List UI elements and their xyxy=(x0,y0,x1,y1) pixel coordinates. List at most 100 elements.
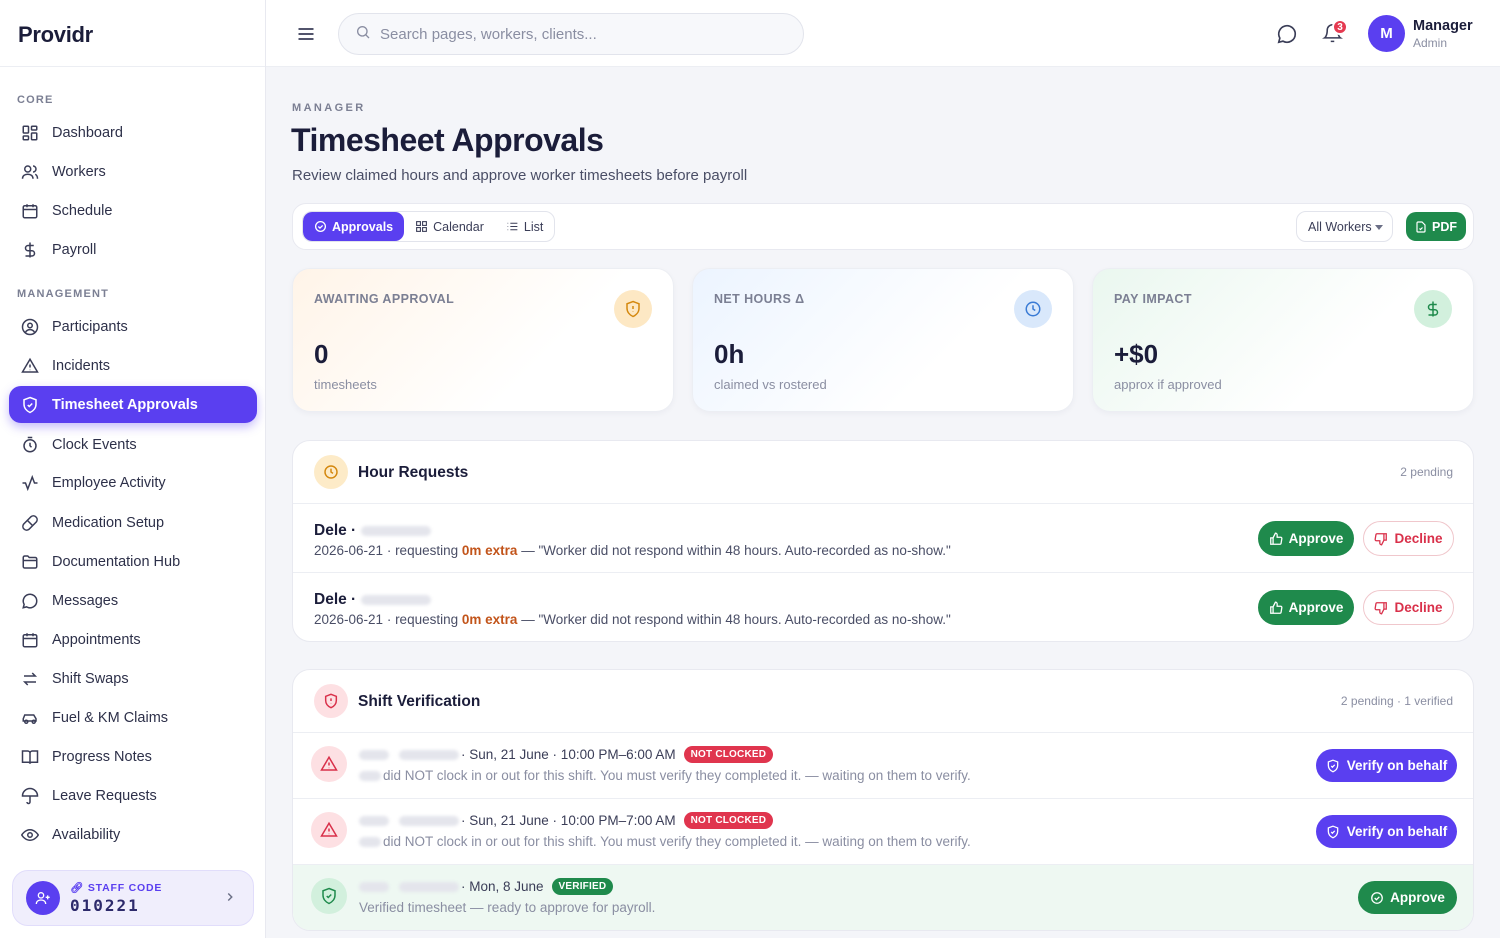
clock-icon xyxy=(1014,290,1052,328)
shift-status: did NOT clock in or out for this shift. … xyxy=(383,768,971,783)
sidebar-item-progress-notes[interactable]: Progress Notes xyxy=(9,738,257,775)
decline-button[interactable]: Decline xyxy=(1363,590,1454,625)
link-icon: 🔗︎ xyxy=(70,882,85,894)
brand-logo[interactable]: Providr xyxy=(0,0,265,67)
sidebar: Providr CORE Dashboard Workers Schedule … xyxy=(0,0,266,938)
approve-button[interactable]: Approve xyxy=(1258,590,1354,625)
chevron-right-icon xyxy=(223,890,237,909)
book-icon xyxy=(21,748,39,766)
shield-check-icon xyxy=(1327,758,1339,773)
sidebar-item-participants[interactable]: Participants xyxy=(9,308,257,345)
approve-button[interactable]: Approve xyxy=(1358,881,1457,914)
approve-button[interactable]: Approve xyxy=(1258,521,1354,556)
sidebar-item-workers[interactable]: Workers xyxy=(9,153,257,190)
verify-on-behalf-button[interactable]: Verify on behalf xyxy=(1316,815,1457,848)
staff-code-card[interactable]: 🔗︎ STAFF CODE 010221 xyxy=(12,870,254,926)
page-subtitle: Review claimed hours and approve worker … xyxy=(292,167,748,184)
pill-icon xyxy=(21,514,39,532)
sidebar-item-label: Workers xyxy=(52,163,106,180)
stat-value: 0h xyxy=(714,339,745,369)
sidebar-item-medication-setup[interactable]: Medication Setup xyxy=(9,504,257,541)
sidebar-item-shift-swaps[interactable]: Shift Swaps xyxy=(9,660,257,697)
tab-approvals[interactable]: Approvals xyxy=(303,212,405,241)
sidebar-item-timesheet-approvals[interactable]: Timesheet Approvals xyxy=(9,386,257,423)
umbrella-icon xyxy=(21,787,39,805)
sidebar-item-label: Incidents xyxy=(52,357,111,374)
verify-on-behalf-button[interactable]: Verify on behalf xyxy=(1316,749,1457,782)
stat-sub: approx if approved xyxy=(1114,377,1222,392)
card-meta: 2 pending · 1 verified xyxy=(1340,694,1453,708)
user-role: Admin xyxy=(1413,36,1448,50)
sidebar-item-payroll[interactable]: Payroll xyxy=(9,231,257,268)
list-item: · Mon, 8 June VERIFIED Verified timesheet… xyxy=(293,865,1473,930)
stat-card-net-hours: NET HOURS Δ 0h claimed vs rostered xyxy=(692,268,1074,412)
worker-filter-select[interactable]: All Workers xyxy=(1296,211,1393,242)
list-icon xyxy=(507,222,518,231)
sidebar-item-dashboard[interactable]: Dashboard xyxy=(9,114,257,151)
thumbs-up-icon xyxy=(1269,601,1283,614)
search-bar xyxy=(338,13,804,55)
warning-icon xyxy=(311,746,347,782)
chevron-down-icon xyxy=(1375,225,1383,230)
chat-icon[interactable] xyxy=(1276,23,1298,50)
sidebar-item-label: Schedule xyxy=(52,202,113,219)
timer-icon xyxy=(21,436,39,454)
stat-sub: timesheets xyxy=(314,377,377,392)
card-header: Hour Requests 2 pending xyxy=(293,441,1473,504)
tab-calendar[interactable]: Calendar xyxy=(404,212,495,241)
list-item: · Sun, 21 June · 10:00 PM–6:00 AM NOT CLO… xyxy=(293,733,1473,799)
search-icon xyxy=(355,24,371,45)
menu-icon[interactable] xyxy=(296,24,316,49)
file-icon xyxy=(1416,220,1426,233)
warning-icon xyxy=(311,812,347,848)
clock-icon xyxy=(314,455,348,489)
status-badge: NOT CLOCKED xyxy=(683,746,774,763)
section-core-label: CORE xyxy=(17,94,54,106)
user-circle-icon xyxy=(21,318,39,336)
eye-icon xyxy=(21,826,39,844)
status-badge: VERIFIED xyxy=(551,878,614,895)
pdf-export-button[interactable]: PDF xyxy=(1406,212,1466,241)
sidebar-item-documentation-hub[interactable]: Documentation Hub xyxy=(9,543,257,580)
search-input[interactable] xyxy=(380,25,780,43)
warning-icon xyxy=(21,357,39,375)
sidebar-item-label: Appointments xyxy=(52,631,141,648)
sidebar-item-leave-requests[interactable]: Leave Requests xyxy=(9,777,257,814)
redacted-text xyxy=(399,749,459,760)
view-switcher: Approvals Calendar List xyxy=(302,211,556,242)
sidebar-item-availability[interactable]: Availability xyxy=(9,816,257,853)
section-management-label: MANAGEMENT xyxy=(17,288,110,300)
sidebar-item-schedule[interactable]: Schedule xyxy=(9,192,257,229)
shield-alert-icon xyxy=(614,290,652,328)
sidebar-item-incidents[interactable]: Incidents xyxy=(9,347,257,384)
worker-name: Dele xyxy=(314,522,347,539)
sidebar-item-label: Dashboard xyxy=(52,124,123,141)
shield-alert-icon xyxy=(314,684,348,718)
sidebar-item-label: Payroll xyxy=(52,241,97,258)
decline-button[interactable]: Decline xyxy=(1363,521,1454,556)
sidebar-item-appointments[interactable]: Appointments xyxy=(9,621,257,658)
swap-icon xyxy=(21,670,39,688)
redacted-text xyxy=(360,525,431,536)
staff-code-value: 010221 xyxy=(70,896,140,915)
sidebar-item-label: Medication Setup xyxy=(52,514,165,531)
sidebar-item-clock-events[interactable]: Clock Events xyxy=(9,426,257,463)
sidebar-item-messages[interactable]: Messages xyxy=(9,582,257,619)
avatar[interactable]: M xyxy=(1368,15,1405,52)
thumbs-down-icon xyxy=(1375,532,1388,545)
redacted-text xyxy=(359,815,389,826)
dashboard-icon xyxy=(21,124,39,142)
dollar-icon xyxy=(1414,290,1452,328)
shift-time: · Sun, 21 June · 10:00 PM–7:00 AM xyxy=(461,813,676,828)
tab-list[interactable]: List xyxy=(495,212,554,241)
sidebar-item-employee-activity[interactable]: Employee Activity xyxy=(9,464,257,501)
request-detail: 2026-06-21 · requesting 0m extra — "Work… xyxy=(314,612,951,627)
redacted-text xyxy=(399,815,459,826)
stat-label: PAY IMPACT xyxy=(1114,292,1192,306)
sidebar-item-label: Shift Swaps xyxy=(52,670,129,687)
dollar-icon xyxy=(21,241,39,259)
sidebar-item-label: Leave Requests xyxy=(52,787,157,804)
sidebar-item-fuel-km-claims[interactable]: Fuel & KM Claims xyxy=(9,699,257,736)
sidebar-item-label: Messages xyxy=(52,592,119,609)
user-name: Manager xyxy=(1413,18,1473,34)
